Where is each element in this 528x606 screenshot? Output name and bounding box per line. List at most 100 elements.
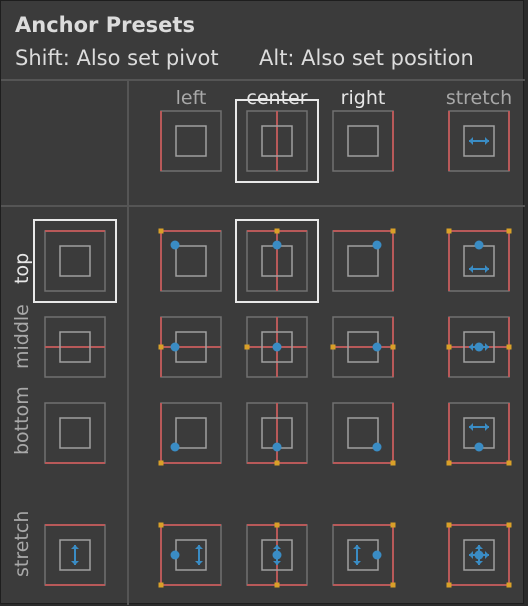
- anchor-preset-left-middle[interactable]: [149, 305, 233, 389]
- pivot-dot: [272, 240, 282, 250]
- anchor-marker: [446, 344, 452, 350]
- row-label-stretch: stretch: [11, 510, 33, 577]
- parent-rect: [160, 110, 222, 172]
- pivot-dot: [372, 342, 382, 352]
- parent-rect: [332, 402, 394, 464]
- anchor-marker: [244, 344, 250, 350]
- anchor-preset-icon: [44, 316, 106, 378]
- anchor-preset-icon: [158, 228, 222, 292]
- anchor-marker: [446, 228, 452, 234]
- header-divider: [1, 79, 525, 81]
- parent-rect: [332, 110, 394, 172]
- anchor-marker: [506, 228, 512, 234]
- parent-rect: [160, 402, 222, 464]
- anchor-preset-icon: [244, 316, 308, 378]
- anchor-preset-none-stretch[interactable]: [33, 513, 117, 597]
- anchor-preset-stretch-bottom[interactable]: [437, 391, 521, 475]
- row-label-top: top: [11, 252, 33, 284]
- anchor-preset-center-bottom[interactable]: [235, 391, 319, 475]
- parent-rect: [160, 524, 222, 586]
- arrowhead-left: [469, 265, 473, 273]
- anchor-preset-left-top[interactable]: [149, 219, 233, 303]
- child-rect: [175, 539, 207, 571]
- anchor-marker: [274, 460, 280, 466]
- anchor-marker: [158, 344, 164, 350]
- anchor-preset-icon: [246, 522, 308, 588]
- anchor-marker: [506, 344, 512, 350]
- anchor-marker: [506, 522, 512, 528]
- anchor-marker: [390, 522, 396, 528]
- anchor-preset-center-top[interactable]: [235, 219, 319, 303]
- anchor-preset-stretch-top[interactable]: [437, 219, 521, 303]
- anchor-preset-right-bottom[interactable]: [321, 391, 405, 475]
- child-rect: [347, 245, 379, 277]
- anchor-preset-stretch-stretch[interactable]: [437, 513, 521, 597]
- column-header-divider: [1, 205, 525, 207]
- parent-rect: [448, 230, 510, 292]
- child-rect: [175, 245, 207, 277]
- anchor-preset-center-none[interactable]: [235, 99, 319, 183]
- anchor-preset-right-middle[interactable]: [321, 305, 405, 389]
- arrowhead-down: [71, 561, 79, 565]
- panel-title: Anchor Presets: [15, 13, 195, 37]
- arrowhead-down: [475, 561, 483, 565]
- anchor-preset-center-middle[interactable]: [235, 305, 319, 389]
- arrowhead-down: [353, 561, 361, 565]
- child-rect: [347, 125, 379, 157]
- arrowhead-up: [273, 545, 281, 549]
- parent-rect: [160, 230, 222, 292]
- parent-rect: [44, 402, 106, 464]
- arrowhead-right: [485, 137, 489, 145]
- anchor-marker: [506, 582, 512, 588]
- anchor-preset-stretch-none[interactable]: [437, 99, 521, 183]
- arrowhead-down: [195, 561, 203, 565]
- anchor-preset-none-bottom[interactable]: [33, 391, 117, 475]
- anchor-preset-icon: [446, 316, 512, 378]
- anchor-preset-center-stretch[interactable]: [235, 513, 319, 597]
- anchor-marker: [274, 522, 280, 528]
- arrowhead-right: [485, 423, 489, 431]
- anchor-preset-icon: [448, 110, 510, 172]
- arrowhead-up: [353, 545, 361, 549]
- anchor-preset-icon: [158, 316, 222, 378]
- anchor-preset-left-bottom[interactable]: [149, 391, 233, 475]
- child-rect: [175, 417, 207, 449]
- anchor-marker: [446, 460, 452, 466]
- anchor-preset-left-none[interactable]: [149, 99, 233, 183]
- anchor-preset-left-stretch[interactable]: [149, 513, 233, 597]
- anchor-preset-stretch-middle[interactable]: [437, 305, 521, 389]
- child-rect: [59, 245, 91, 277]
- anchor-preset-icon: [246, 228, 308, 292]
- pivot-dot: [474, 240, 484, 250]
- anchor-preset-icon: [246, 110, 308, 172]
- anchor-marker: [158, 228, 164, 234]
- child-rect: [175, 125, 207, 157]
- arrowhead-left: [469, 137, 473, 145]
- pivot-dot: [474, 550, 484, 560]
- pivot-dot: [170, 240, 180, 250]
- shift-hint: Shift: Also set pivot: [15, 46, 219, 70]
- anchor-preset-none-top[interactable]: [33, 219, 117, 303]
- pivot-dot: [272, 342, 282, 352]
- anchor-preset-icon: [246, 402, 308, 466]
- child-rect: [347, 417, 379, 449]
- anchor-preset-icon: [446, 522, 512, 588]
- anchor-preset-right-stretch[interactable]: [321, 513, 405, 597]
- parent-rect: [332, 230, 394, 292]
- anchor-preset-icon: [44, 524, 106, 586]
- anchor-marker: [390, 344, 396, 350]
- pivot-dot: [474, 342, 484, 352]
- pivot-dot: [170, 342, 180, 352]
- anchor-preset-icon: [158, 402, 222, 466]
- anchor-preset-none-middle[interactable]: [33, 305, 117, 389]
- anchor-marker: [274, 582, 280, 588]
- pivot-dot: [474, 442, 484, 452]
- anchor-marker: [446, 522, 452, 528]
- anchor-preset-icon: [332, 402, 396, 466]
- anchor-marker: [390, 228, 396, 234]
- anchor-preset-right-none[interactable]: [321, 99, 405, 183]
- row-label-bottom: bottom: [11, 386, 33, 455]
- anchor-preset-right-top[interactable]: [321, 219, 405, 303]
- anchor-preset-icon: [44, 230, 106, 292]
- anchor-preset-icon: [446, 402, 512, 466]
